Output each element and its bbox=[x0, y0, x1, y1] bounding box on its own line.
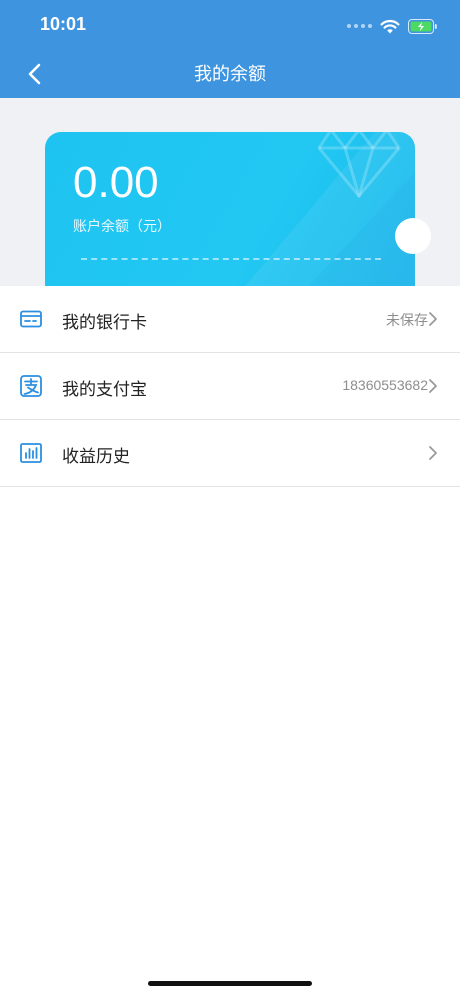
balance-amount: 0.00 bbox=[73, 158, 159, 207]
balance-screen: 10:01 我的余额 0.00 账户余额（元） 我的银行卡 未保存 我的支付宝 … bbox=[0, 0, 460, 996]
alipay-account: 18360553682 bbox=[342, 377, 428, 393]
card-dashed-divider bbox=[81, 258, 381, 260]
home-indicator[interactable] bbox=[148, 981, 312, 986]
list-item-bank-card[interactable]: 我的银行卡 未保存 bbox=[0, 286, 460, 353]
bar-chart-icon bbox=[20, 443, 42, 463]
chevron-right-icon bbox=[429, 379, 437, 393]
balance-card-area: 0.00 账户余额（元） ¥ bbox=[0, 98, 460, 286]
alipay-label: 我的支付宝 bbox=[62, 380, 147, 400]
chevron-right-icon bbox=[429, 446, 437, 460]
alipay-icon bbox=[20, 375, 42, 397]
bank-card-icon bbox=[20, 310, 42, 328]
card-notch bbox=[395, 218, 431, 254]
bank-card-status: 未保存 bbox=[386, 312, 428, 328]
balance-card: 0.00 账户余额（元） bbox=[45, 132, 415, 286]
chevron-right-icon bbox=[429, 312, 437, 326]
bank-card-label: 我的银行卡 bbox=[62, 313, 147, 333]
earnings-history-label: 收益历史 bbox=[62, 447, 130, 467]
battery-charging-icon bbox=[408, 18, 438, 34]
wifi-icon bbox=[380, 19, 400, 34]
balance-label: 账户余额（元） bbox=[73, 219, 171, 235]
header: 10:01 我的余额 bbox=[0, 0, 460, 98]
status-icons bbox=[347, 16, 438, 36]
list-item-alipay[interactable]: 我的支付宝 18360553682 bbox=[0, 353, 460, 420]
status-time: 10:01 bbox=[40, 14, 87, 34]
list-item-earnings-history[interactable]: 收益历史 bbox=[0, 420, 460, 487]
account-list: 我的银行卡 未保存 我的支付宝 18360553682 收益历史 bbox=[0, 286, 460, 487]
cellular-signal-icon bbox=[347, 24, 372, 28]
diamond-icon bbox=[317, 132, 401, 198]
page-title: 我的余额 bbox=[194, 64, 266, 85]
